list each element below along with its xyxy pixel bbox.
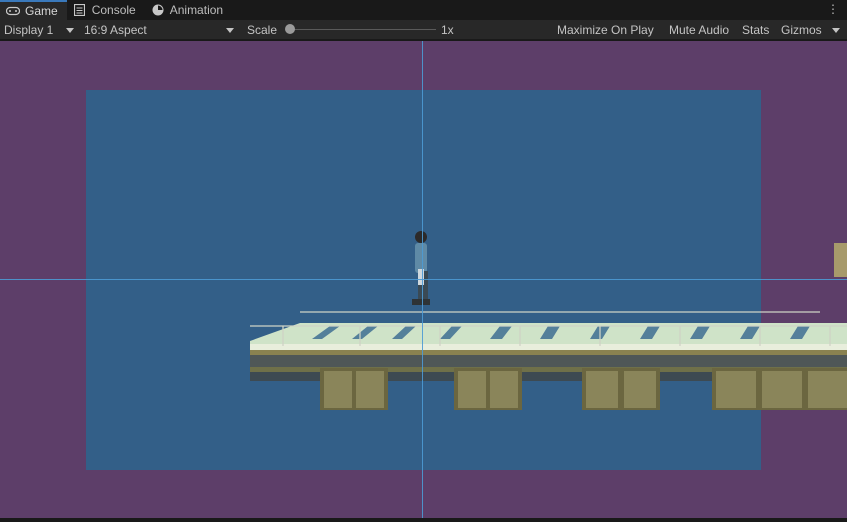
game-viewport[interactable] bbox=[0, 41, 847, 518]
console-icon bbox=[73, 4, 87, 16]
aspect-label: 16:9 Aspect bbox=[84, 23, 147, 37]
crosshair-horizontal-guide bbox=[0, 279, 847, 280]
scale-slider-handle[interactable] bbox=[285, 24, 295, 34]
scale-label: Scale bbox=[247, 23, 278, 37]
gizmos-dropdown[interactable]: Gizmos bbox=[781, 20, 840, 40]
tab-console-label: Console bbox=[91, 3, 136, 17]
scale-value: 1x bbox=[441, 23, 454, 37]
bottom-border bbox=[0, 518, 847, 522]
tab-animation[interactable]: Animation bbox=[145, 0, 232, 20]
display-label: Display 1 bbox=[4, 23, 54, 37]
stats-toggle[interactable]: Stats bbox=[742, 20, 769, 40]
distant-object bbox=[834, 243, 847, 277]
player-character bbox=[412, 231, 430, 305]
chevron-down-icon bbox=[66, 27, 75, 33]
more-options-icon[interactable]: ⋮ bbox=[827, 2, 839, 16]
gamepad-icon bbox=[6, 5, 20, 17]
tab-console[interactable]: Console bbox=[67, 0, 145, 20]
tab-game[interactable]: Game bbox=[0, 0, 67, 20]
game-view-toolbar: Display 1 16:9 Aspect Scale 1x Maximize … bbox=[0, 20, 847, 40]
chevron-down-icon bbox=[831, 27, 840, 33]
editor-tab-bar: Game Console Animation ⋮ bbox=[0, 0, 847, 20]
gizmos-label: Gizmos bbox=[781, 23, 822, 37]
scale-slider-track[interactable] bbox=[292, 29, 436, 30]
maximize-on-play-toggle[interactable]: Maximize On Play bbox=[557, 20, 654, 40]
aspect-dropdown[interactable]: 16:9 Aspect bbox=[84, 20, 234, 40]
chevron-down-icon bbox=[225, 27, 234, 33]
animation-icon bbox=[151, 4, 165, 16]
tab-animation-label: Animation bbox=[169, 3, 224, 17]
tab-game-label: Game bbox=[25, 4, 58, 18]
display-dropdown[interactable]: Display 1 bbox=[4, 20, 75, 40]
mute-audio-toggle[interactable]: Mute Audio bbox=[669, 20, 729, 40]
